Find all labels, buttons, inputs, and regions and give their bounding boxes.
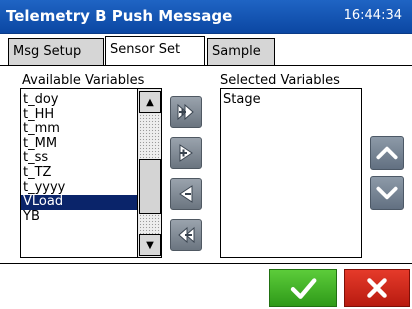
- dialog-footer: [0, 263, 412, 309]
- remove-button[interactable]: [170, 178, 202, 210]
- move-up-button[interactable]: [370, 136, 404, 170]
- tab-label: Sensor Set: [110, 42, 181, 57]
- close-icon: [367, 278, 387, 298]
- sensor-set-panel: Available Variables Selected Variables t…: [0, 66, 412, 263]
- title-bar: Telemetry B Push Message 16:44:34: [0, 0, 412, 34]
- move-up-icon: [376, 146, 398, 160]
- checkmark-icon: [290, 278, 317, 299]
- scroll-thumb[interactable]: [139, 159, 161, 214]
- selected-items: Stage: [221, 89, 361, 108]
- tab-label: Sample: [212, 44, 261, 59]
- available-scrollbar[interactable]: ▲ ▼: [137, 89, 161, 257]
- ok-button[interactable]: [269, 269, 337, 307]
- add-icon: [179, 144, 193, 162]
- available-variables-label: Available Variables: [22, 73, 145, 88]
- selected-variables-label: Selected Variables: [220, 73, 340, 88]
- scroll-down-icon[interactable]: ▼: [139, 234, 161, 256]
- tab-msg-setup[interactable]: Msg Setup: [8, 38, 104, 65]
- scroll-track[interactable]: [139, 214, 161, 234]
- remove-icon: [179, 185, 193, 203]
- list-item-selected[interactable]: VLoad: [21, 195, 137, 210]
- add-all-icon: [177, 103, 194, 121]
- add-button[interactable]: [170, 137, 202, 169]
- tab-sample[interactable]: Sample: [207, 38, 275, 65]
- remove-all-icon: [178, 226, 195, 244]
- cancel-button[interactable]: [344, 269, 410, 307]
- available-variables-list[interactable]: t_doy t_HH t_mm t_MM t_ss t_TZ t_yyyy VL…: [20, 88, 162, 258]
- tab-baseline: [0, 65, 412, 66]
- move-down-button[interactable]: [370, 176, 404, 210]
- scroll-up-icon[interactable]: ▲: [139, 91, 161, 113]
- tab-sensor-set[interactable]: Sensor Set: [105, 36, 205, 65]
- list-item[interactable]: Stage: [221, 93, 361, 108]
- tab-bar: Msg Setup Sensor Set Sample: [0, 34, 412, 66]
- clock: 16:44:34: [343, 8, 402, 23]
- remove-all-button[interactable]: [170, 219, 202, 251]
- move-down-icon: [376, 186, 398, 200]
- window-title: Telemetry B Push Message: [6, 7, 233, 25]
- add-all-button[interactable]: [170, 96, 202, 128]
- tab-label: Msg Setup: [13, 44, 82, 59]
- scroll-track[interactable]: [139, 114, 161, 159]
- selected-variables-list[interactable]: Stage: [220, 88, 362, 258]
